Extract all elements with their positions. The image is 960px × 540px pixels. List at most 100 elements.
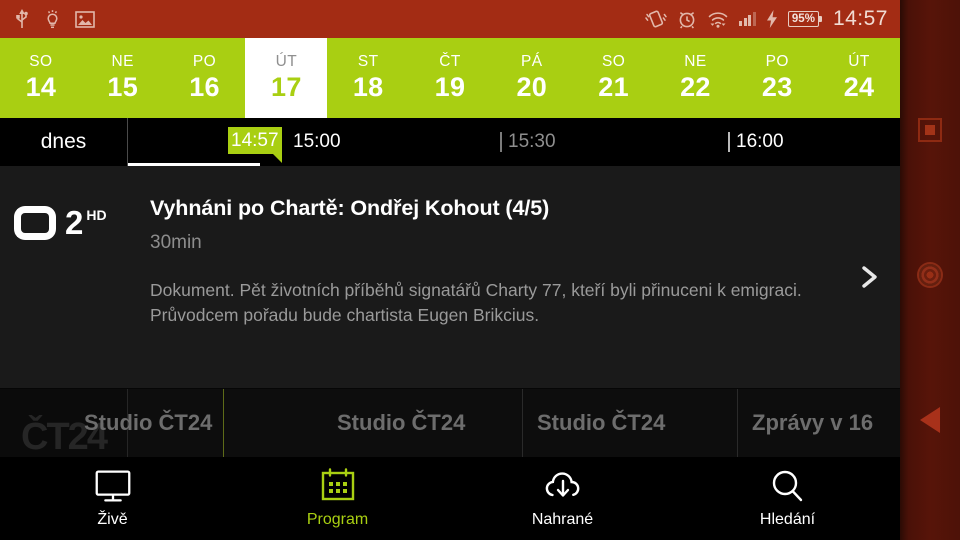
- day-dow: ÚT: [848, 53, 870, 70]
- day-dow: NE: [684, 53, 707, 70]
- bottom-navigation: Živě Program Nahrané Hledání: [0, 457, 900, 540]
- channel-number: 2: [65, 204, 84, 241]
- battery-icon: 95%: [787, 11, 822, 27]
- calendar-icon: [316, 467, 360, 503]
- day-dow: PÁ: [521, 53, 543, 70]
- tick-mark: [728, 132, 730, 152]
- day-tab[interactable]: ČT 19: [409, 38, 491, 118]
- status-bar: 95% 14:57: [0, 0, 900, 38]
- tv-icon: [91, 469, 135, 503]
- program-detail-card[interactable]: 2 HD Vyhnáni po Chartě: Ondřej Kohout (4…: [0, 166, 900, 529]
- vibrate-icon: [645, 9, 668, 29]
- nav-item-program[interactable]: Program: [225, 457, 450, 540]
- home-button[interactable]: [900, 245, 960, 305]
- day-dow: SO: [601, 53, 626, 70]
- nav-item-zive[interactable]: Živě: [0, 457, 225, 540]
- image-icon: [75, 10, 95, 29]
- timeline-today-label: dnes: [0, 118, 128, 166]
- cloud-download-icon: [541, 469, 585, 503]
- day-number: 14: [25, 72, 57, 102]
- day-dow: ČT: [439, 53, 461, 70]
- recents-square-icon: [918, 118, 942, 142]
- day-tab[interactable]: SO 21: [573, 38, 655, 118]
- program-title: Vyhnáni po Chartě: Ondřej Kohout (4/5): [150, 196, 550, 220]
- wifi-icon: [707, 9, 729, 29]
- day-dow: NE: [111, 53, 134, 70]
- epg-cell-title: Zprávy v 16: [752, 410, 874, 435]
- android-nav-edge-panel: [900, 0, 960, 540]
- day-number: 17: [271, 72, 302, 102]
- day-number: 23: [761, 72, 793, 102]
- day-dow: PO: [192, 53, 217, 70]
- day-number: 20: [516, 72, 548, 102]
- hd-badge: HD: [86, 207, 107, 223]
- ct-logo-icon: 2 HD: [14, 206, 107, 240]
- status-bar-clock: 14:57: [832, 7, 888, 30]
- nav-label: Program: [306, 510, 369, 528]
- nav-label: Živě: [97, 510, 128, 528]
- day-number: 24: [843, 72, 875, 102]
- day-tab[interactable]: SO 14: [0, 38, 82, 118]
- status-bar-right-icons: 95% 14:57: [645, 7, 900, 31]
- back-triangle-icon: [920, 407, 940, 433]
- day-strip[interactable]: SO 14 NE 15 PO 16 ÚT 17 ST 18 ČT 19 PÁ 2…: [0, 38, 900, 118]
- status-bar-left-icons: [0, 8, 95, 30]
- program-duration: 30min: [150, 232, 202, 253]
- tick-label: 15:30: [508, 131, 556, 152]
- channel-logo-area: 2 HD: [0, 166, 140, 388]
- day-number: 21: [598, 72, 629, 102]
- day-tab[interactable]: NE 22: [655, 38, 737, 118]
- day-dow: ST: [357, 53, 379, 70]
- day-tab[interactable]: PO 16: [164, 38, 246, 118]
- epg-cell[interactable]: Studio ČT24: [523, 389, 738, 457]
- day-tab[interactable]: ÚT 24: [818, 38, 900, 118]
- back-button[interactable]: [900, 390, 960, 450]
- usb-icon: [14, 8, 30, 30]
- timeline-tick: 15:00: [293, 118, 341, 166]
- epg-cell[interactable]: Studio ČT24: [323, 389, 523, 457]
- chevron-right-icon[interactable]: [856, 264, 882, 290]
- ct-bracket-mark-icon: [14, 206, 64, 240]
- day-number: 15: [107, 72, 139, 102]
- search-icon: [766, 469, 810, 503]
- recents-button[interactable]: [900, 100, 960, 160]
- day-tab[interactable]: NE 15: [82, 38, 164, 118]
- nav-item-hledani[interactable]: Hledání: [675, 457, 900, 540]
- epg-cell[interactable]: Studio ČT24: [84, 389, 224, 457]
- program-detail-body: Vyhnáni po Chartě: Ondřej Kohout (4/5) 3…: [150, 166, 840, 388]
- day-dow: ÚT: [275, 53, 298, 70]
- day-number: 22: [680, 72, 711, 102]
- lightbulb-icon: [44, 8, 61, 30]
- alarm-icon: [677, 9, 697, 29]
- epg-cell-title: Studio ČT24: [337, 410, 466, 435]
- program-description: Dokument. Pět životních příběhů signatář…: [150, 280, 802, 325]
- day-dow: PO: [765, 53, 789, 70]
- epg-cell-title: Studio ČT24: [537, 410, 666, 435]
- now-time-badge: 14:57: [228, 127, 282, 163]
- day-number: 19: [434, 72, 466, 102]
- timeline-track[interactable]: 15:00 15:30 16:00 14:57: [128, 118, 900, 166]
- tick-mark: [500, 132, 502, 152]
- day-tab[interactable]: ST 18: [327, 38, 409, 118]
- timeline-tick: 15:30: [500, 118, 556, 166]
- day-dow: SO: [29, 53, 53, 70]
- day-number: 16: [189, 72, 220, 102]
- timeline-tick: 16:00: [728, 118, 784, 166]
- epg-cell[interactable]: Zprávy v 16: [738, 389, 900, 457]
- signal-icon: [739, 12, 756, 26]
- home-circle-icon: [917, 262, 943, 288]
- day-tab[interactable]: PÁ 20: [491, 38, 573, 118]
- tick-label: 16:00: [736, 131, 784, 152]
- epg-grid-row[interactable]: ČT24 Studio ČT24 Studio ČT24 Studio ČT24…: [0, 389, 900, 457]
- epg-cell-title: Studio ČT24: [84, 410, 213, 435]
- timeline-bar[interactable]: dnes 15:00 15:30 16:00 14:57: [0, 118, 900, 166]
- app-screen: 95% 14:57 SO 14 NE 15 PO 16 ÚT 17 ST 18 …: [0, 0, 960, 540]
- day-tab-selected[interactable]: ÚT 17: [245, 38, 328, 118]
- nav-label: Hledání: [759, 510, 816, 528]
- epg-row-cells: Studio ČT24 Studio ČT24 Studio ČT24 Zprá…: [84, 389, 900, 457]
- day-tab[interactable]: PO 23: [736, 38, 818, 118]
- day-number: 18: [352, 72, 384, 102]
- nav-label: Nahrané: [531, 510, 594, 528]
- nav-item-nahrane[interactable]: Nahrané: [450, 457, 675, 540]
- charging-bolt-icon: [766, 9, 778, 29]
